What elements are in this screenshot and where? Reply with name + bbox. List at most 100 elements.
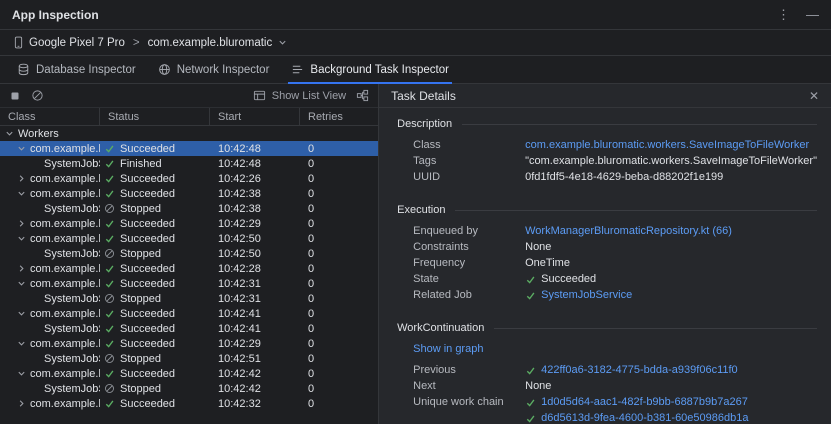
detail-label: Frequency	[413, 256, 525, 271]
table-row[interactable]: SystemJobSStopped10:42:510	[0, 351, 378, 366]
status-cell: Succeeded	[100, 231, 210, 246]
table-row[interactable]: SystemJobSStopped10:42:310	[0, 291, 378, 306]
check-icon	[104, 338, 115, 349]
retries-cell: 0	[300, 291, 378, 306]
detail-label: Constraints	[413, 240, 525, 255]
list-view-icon	[253, 89, 266, 102]
class-name: com.example.bl	[30, 188, 100, 200]
table-row[interactable]: com.example.blSucceeded10:42:380	[0, 186, 378, 201]
table-row[interactable]: com.example.blSucceeded10:42:290	[0, 216, 378, 231]
task-list-toolbar: Show List View	[0, 84, 378, 108]
status-label: Stopped	[120, 293, 161, 305]
detail-row: UUID0fd1fdf5-4e18-4629-beba-d88202f1e199	[413, 170, 817, 186]
status-cell: Succeeded	[100, 336, 210, 351]
task-table-body: Workerscom.example.blSucceeded10:42:480S…	[0, 126, 378, 424]
detail-label: Previous	[413, 363, 525, 378]
table-row[interactable]: SystemJobSStopped10:42:380	[0, 201, 378, 216]
detail-link[interactable]: WorkManagerBluromaticRepository.kt (66)	[525, 224, 732, 238]
table-row[interactable]: com.example.blSucceeded10:42:290	[0, 336, 378, 351]
table-row[interactable]: com.example.blSucceeded10:42:280	[0, 261, 378, 276]
chevron-closed-icon[interactable]	[16, 264, 27, 273]
detail-values: 0fd1fdf5-4e18-4629-beba-d88202f1e199	[525, 170, 723, 184]
column-header-status[interactable]: Status	[100, 108, 210, 125]
class-cell: SystemJobS	[0, 246, 100, 261]
class-cell: SystemJobS	[0, 351, 100, 366]
table-row[interactable]: com.example.blSucceeded10:42:500	[0, 231, 378, 246]
table-row[interactable]: com.example.blSucceeded10:42:420	[0, 366, 378, 381]
chevron-closed-icon[interactable]	[16, 399, 27, 408]
close-icon[interactable]: ✕	[809, 89, 819, 103]
table-row[interactable]: SystemJobSSucceeded10:42:410	[0, 321, 378, 336]
table-row[interactable]: SystemJobSStopped10:42:500	[0, 246, 378, 261]
tab-network-inspector[interactable]: Network Inspector	[147, 56, 281, 83]
detail-link[interactable]: 1d0d5d64-aac1-482f-b9bb-6887b9b7a267	[541, 395, 748, 409]
status-cell: Stopped	[100, 201, 210, 216]
status-label: Stopped	[120, 383, 161, 395]
status-label: Finished	[120, 158, 162, 170]
table-row[interactable]: com.example.blSucceeded10:42:260	[0, 171, 378, 186]
start-cell: 10:42:50	[210, 231, 300, 246]
column-header-start[interactable]: Start	[210, 108, 300, 125]
details-section-description: DescriptionClasscom.example.bluromatic.w…	[397, 116, 817, 186]
class-name: SystemJobS	[44, 383, 100, 395]
chevron-open-icon[interactable]	[4, 129, 15, 138]
show-list-view-button[interactable]: Show List View	[253, 89, 346, 102]
more-options-icon[interactable]: ⋮	[777, 8, 790, 21]
details-body: DescriptionClasscom.example.bluromatic.w…	[379, 108, 831, 424]
chevron-open-icon[interactable]	[16, 234, 27, 243]
table-row[interactable]: com.example.blSucceeded10:42:320	[0, 396, 378, 411]
cancel-work-icon[interactable]	[31, 89, 44, 102]
show-in-graph-link[interactable]: Show in graph	[413, 343, 483, 355]
detail-link[interactable]: d6d5613d-9fea-4600-b381-60e50986db1a	[541, 411, 748, 424]
class-cell: SystemJobS	[0, 156, 100, 171]
table-row[interactable]: com.example.blSucceeded10:42:410	[0, 306, 378, 321]
detail-values: WorkManagerBluromaticRepository.kt (66)	[525, 224, 732, 238]
chevron-open-icon[interactable]	[16, 369, 27, 378]
retries-cell: 0	[300, 141, 378, 156]
window-title: App Inspection	[12, 8, 99, 22]
retries-cell: 0	[300, 171, 378, 186]
stop-inspection-icon[interactable]	[9, 90, 21, 102]
chevron-open-icon[interactable]	[16, 144, 27, 153]
graph-view-icon[interactable]	[356, 89, 369, 102]
tab-database-inspector[interactable]: Database Inspector	[6, 56, 147, 83]
chevron-open-icon[interactable]	[16, 339, 27, 348]
show-list-view-label: Show List View	[272, 90, 346, 102]
chevron-closed-icon[interactable]	[16, 174, 27, 183]
chevron-closed-icon[interactable]	[16, 219, 27, 228]
column-header-class[interactable]: Class	[0, 108, 100, 125]
column-header-retries[interactable]: Retries	[300, 108, 378, 125]
class-name: com.example.bl	[30, 308, 100, 320]
table-row[interactable]: SystemJobSStopped10:42:420	[0, 381, 378, 396]
device-process-selector[interactable]: Google Pixel 7 Pro > com.example.bluroma…	[10, 34, 291, 51]
table-row[interactable]: com.example.blSucceeded10:42:480	[0, 141, 378, 156]
status-cell: Succeeded	[100, 276, 210, 291]
group-label: Workers	[18, 128, 59, 140]
section-divider	[494, 328, 817, 329]
chevron-open-icon[interactable]	[16, 189, 27, 198]
detail-row: Tags"com.example.bluromatic.workers.Save…	[413, 154, 817, 170]
retries-cell: 0	[300, 201, 378, 216]
table-row[interactable]: SystemJobSFinished10:42:480	[0, 156, 378, 171]
check-icon	[525, 397, 536, 408]
status-label: Succeeded	[120, 218, 175, 230]
status-label: Succeeded	[120, 233, 175, 245]
chevron-open-icon[interactable]	[16, 309, 27, 318]
detail-link[interactable]: 422ff0a6-3182-4775-bdda-a939f06c11f0	[541, 363, 738, 377]
class-name: com.example.bl	[30, 263, 100, 275]
start-cell: 10:42:42	[210, 381, 300, 396]
status-label: Succeeded	[120, 398, 175, 410]
detail-link[interactable]: SystemJobService	[541, 288, 632, 302]
network-icon	[158, 63, 171, 76]
class-name: com.example.bl	[30, 218, 100, 230]
section-action-row: Show in graph	[413, 342, 817, 357]
status-label: Succeeded	[120, 143, 175, 155]
hide-icon[interactable]: —	[806, 8, 819, 21]
tab-background-task-inspector[interactable]: Background Task Inspector	[280, 56, 460, 83]
chevron-open-icon[interactable]	[16, 279, 27, 288]
workers-group-row[interactable]: Workers	[0, 126, 378, 141]
detail-link[interactable]: com.example.bluromatic.workers.SaveImage…	[525, 138, 809, 152]
table-row[interactable]: com.example.blSucceeded10:42:310	[0, 276, 378, 291]
detail-row: ConstraintsNone	[413, 240, 817, 256]
detail-values: 422ff0a6-3182-4775-bdda-a939f06c11f0	[525, 363, 738, 377]
